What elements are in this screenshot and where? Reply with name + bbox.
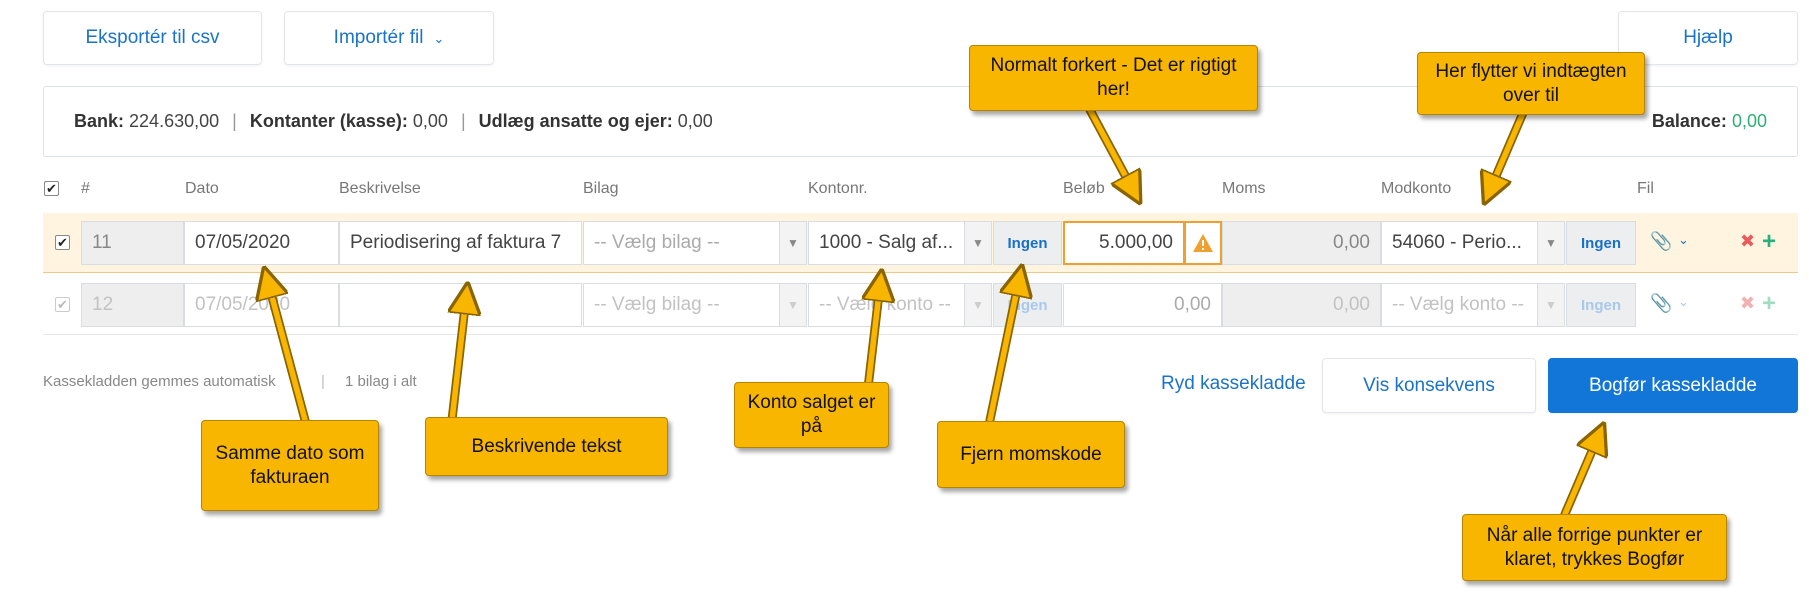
- cash-value: 0,00: [412, 111, 448, 131]
- row-num: 11: [81, 221, 184, 265]
- paperclip-icon[interactable]: 📎: [1650, 231, 1672, 252]
- row-divider: [43, 272, 1798, 273]
- delete-row-icon[interactable]: ✖: [1740, 293, 1755, 314]
- separator: |: [321, 373, 325, 390]
- separator: |: [460, 111, 466, 131]
- callout-vat: Fjern momskode: [937, 421, 1125, 488]
- row-divider: [43, 334, 1798, 335]
- show-consequence-label: Vis konsekvens: [1363, 374, 1495, 396]
- delete-row-icon[interactable]: ✖: [1740, 231, 1755, 252]
- vat-code-button[interactable]: Ingen: [993, 221, 1062, 265]
- bank-value: 224.630,00: [129, 111, 220, 131]
- warning-icon[interactable]: [1184, 221, 1222, 265]
- callout-post: Når alle forrige punkter er klaret, tryk…: [1462, 514, 1727, 581]
- account-select[interactable]: 1000 - Salg af...: [808, 221, 965, 265]
- chevron-down-icon[interactable]: ▼: [1537, 283, 1565, 327]
- balance-label: Balance:: [1651, 111, 1727, 131]
- account-select[interactable]: -- Vælg konto --: [808, 283, 965, 327]
- separator: |: [232, 111, 237, 131]
- select-all-checkbox[interactable]: ✔: [44, 181, 59, 196]
- header-voucher: Bilag: [583, 180, 619, 197]
- header-file: Fil: [1637, 180, 1654, 197]
- chevron-down-icon: ⌄: [433, 31, 445, 46]
- voucher-select[interactable]: -- Vælg bilag --: [583, 283, 780, 327]
- header-account: Kontonr.: [808, 180, 868, 197]
- chevron-down-icon[interactable]: ⌄: [1678, 294, 1689, 310]
- row-num: 12: [81, 283, 184, 327]
- voucher-count: 1 bilag i alt: [345, 373, 417, 390]
- callout-account: Konto salget er på: [734, 382, 889, 448]
- post-journal-label: Bogfør kassekladde: [1589, 374, 1757, 396]
- date-field[interactable]: 07/05/2020: [184, 283, 339, 327]
- counter-vat-code-button[interactable]: Ingen: [1566, 221, 1636, 265]
- help-button[interactable]: Hjælp: [1618, 11, 1798, 65]
- counter-account-select[interactable]: 54060 - Perio...: [1381, 221, 1538, 265]
- export-csv-button[interactable]: Eksportér til csv: [43, 11, 262, 65]
- chevron-down-icon[interactable]: ▼: [1537, 221, 1565, 265]
- counter-vat-code-button[interactable]: Ingen: [1566, 283, 1636, 327]
- header-counter-account: Modkonto: [1381, 180, 1452, 197]
- callout-counter-account: Her flytter vi indtægten over til: [1417, 52, 1645, 115]
- import-file-label: Importér fil: [333, 27, 424, 48]
- chevron-down-icon[interactable]: ▼: [779, 221, 807, 265]
- counter-account-select[interactable]: -- Vælg konto --: [1381, 283, 1538, 327]
- header-num: #: [81, 180, 90, 197]
- header-description: Beskrivelse: [339, 180, 421, 197]
- row-checkbox[interactable]: ✔: [55, 235, 70, 250]
- export-csv-label: Eksportér til csv: [85, 27, 220, 48]
- import-file-button[interactable]: Importér fil ⌄: [284, 11, 494, 65]
- header-vat: Moms: [1222, 180, 1266, 197]
- add-row-icon[interactable]: +: [1762, 228, 1776, 256]
- bank-label: Bank:: [74, 111, 125, 131]
- show-consequence-button[interactable]: Vis konsekvens: [1322, 358, 1536, 413]
- balance-value: 0,00: [1731, 111, 1767, 131]
- help-label: Hjælp: [1683, 27, 1733, 48]
- date-field[interactable]: 07/05/2020: [184, 221, 339, 265]
- header-date: Dato: [185, 180, 219, 197]
- vat-amount: 0,00: [1222, 221, 1381, 265]
- post-journal-button[interactable]: Bogfør kassekladde: [1548, 358, 1798, 413]
- expense-value: 0,00: [677, 111, 713, 131]
- expense-label: Udlæg ansatte og ejer:: [478, 111, 673, 131]
- amount-field[interactable]: 0,00: [1063, 283, 1222, 327]
- balance-total: Balance: 0,00: [1652, 111, 1767, 132]
- row-checkbox[interactable]: ✔: [55, 297, 70, 312]
- amount-field[interactable]: 5.000,00: [1063, 221, 1185, 265]
- callout-date: Samme dato som fakturaen: [201, 420, 379, 511]
- cash-label: Kontanter (kasse):: [249, 111, 408, 131]
- chevron-down-icon[interactable]: ⌄: [1678, 232, 1689, 248]
- vat-code-button[interactable]: Ingen: [993, 283, 1062, 327]
- chevron-down-icon[interactable]: ▼: [964, 221, 992, 265]
- vat-amount: 0,00: [1222, 283, 1381, 327]
- description-field[interactable]: [339, 283, 582, 327]
- description-field[interactable]: Periodisering af faktura 7: [339, 221, 582, 265]
- account-totals: Bank: 224.630,00 | Kontanter (kasse): 0,…: [74, 111, 713, 132]
- autosave-note: Kassekladden gemmes automatisk: [43, 373, 276, 390]
- chevron-down-icon[interactable]: ▼: [964, 283, 992, 327]
- voucher-select[interactable]: -- Vælg bilag --: [583, 221, 780, 265]
- chevron-down-icon[interactable]: ▼: [779, 283, 807, 327]
- callout-amount: Normalt forkert - Det er rigtigt her!: [969, 45, 1258, 111]
- paperclip-icon[interactable]: 📎: [1650, 293, 1672, 314]
- header-amount: Beløb: [1063, 180, 1105, 197]
- add-row-icon[interactable]: +: [1762, 290, 1776, 318]
- clear-journal-link[interactable]: Ryd kassekladde: [1161, 373, 1306, 395]
- callout-description: Beskrivende tekst: [425, 417, 668, 476]
